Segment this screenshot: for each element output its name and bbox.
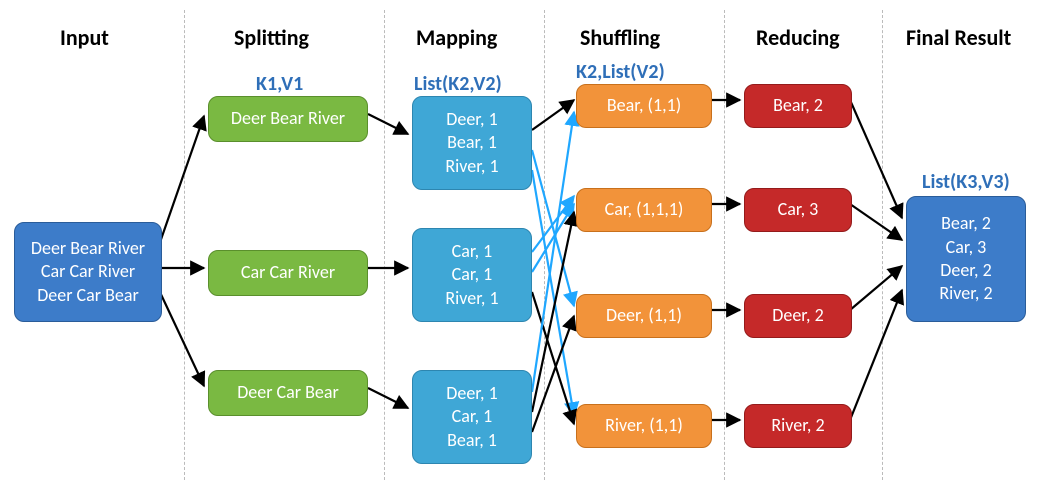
reduce-block: Car, 3 <box>744 188 852 232</box>
stage-header-shuffle: Shuffling <box>580 24 660 51</box>
final-block: Bear, 2 Car, 3 Deer, 2 River, 2 <box>906 196 1026 322</box>
stage-header-final: Final Result <box>906 24 1011 51</box>
subtitle-map: List(K2,V2) <box>414 72 502 96</box>
subtitle-split: K1,V1 <box>256 72 303 96</box>
map-block: Deer, 1Bear, 1River, 1 <box>412 96 532 190</box>
input-line: Deer Bear River <box>31 237 145 260</box>
shuffle-block: Bear, (1,1) <box>576 84 712 128</box>
stage-header-reduce: Reducing <box>756 24 840 51</box>
subtitle-shuffle: K2,List(V2) <box>576 60 665 84</box>
input-line: Car Car River <box>41 260 135 283</box>
stage-header-map: Mapping <box>416 24 497 51</box>
stage-header-input: Input <box>60 24 109 51</box>
split-block: Deer Car Bear <box>208 370 368 416</box>
reduce-block: Deer, 2 <box>744 294 852 338</box>
reduce-block: River, 2 <box>744 404 852 448</box>
shuffle-block: Deer, (1,1) <box>576 294 712 338</box>
input-line: Deer Car Bear <box>37 284 139 307</box>
input-block: Deer Bear River Car Car River Deer Car B… <box>14 222 162 322</box>
subtitle-final: List(K3,V3) <box>922 170 1010 194</box>
shuffle-block: River, (1,1) <box>576 404 712 448</box>
shuffle-block: Car, (1,1,1) <box>576 188 712 232</box>
mapreduce-diagram: Input Splitting Mapping Shuffling Reduci… <box>0 0 1054 500</box>
reduce-block: Bear, 2 <box>744 84 852 128</box>
split-block: Car Car River <box>208 250 368 296</box>
map-block: Car, 1Car, 1River, 1 <box>412 228 532 322</box>
stage-header-split: Splitting <box>234 24 309 51</box>
split-block: Deer Bear River <box>208 96 368 142</box>
map-block: Deer, 1Car, 1Bear, 1 <box>412 370 532 464</box>
